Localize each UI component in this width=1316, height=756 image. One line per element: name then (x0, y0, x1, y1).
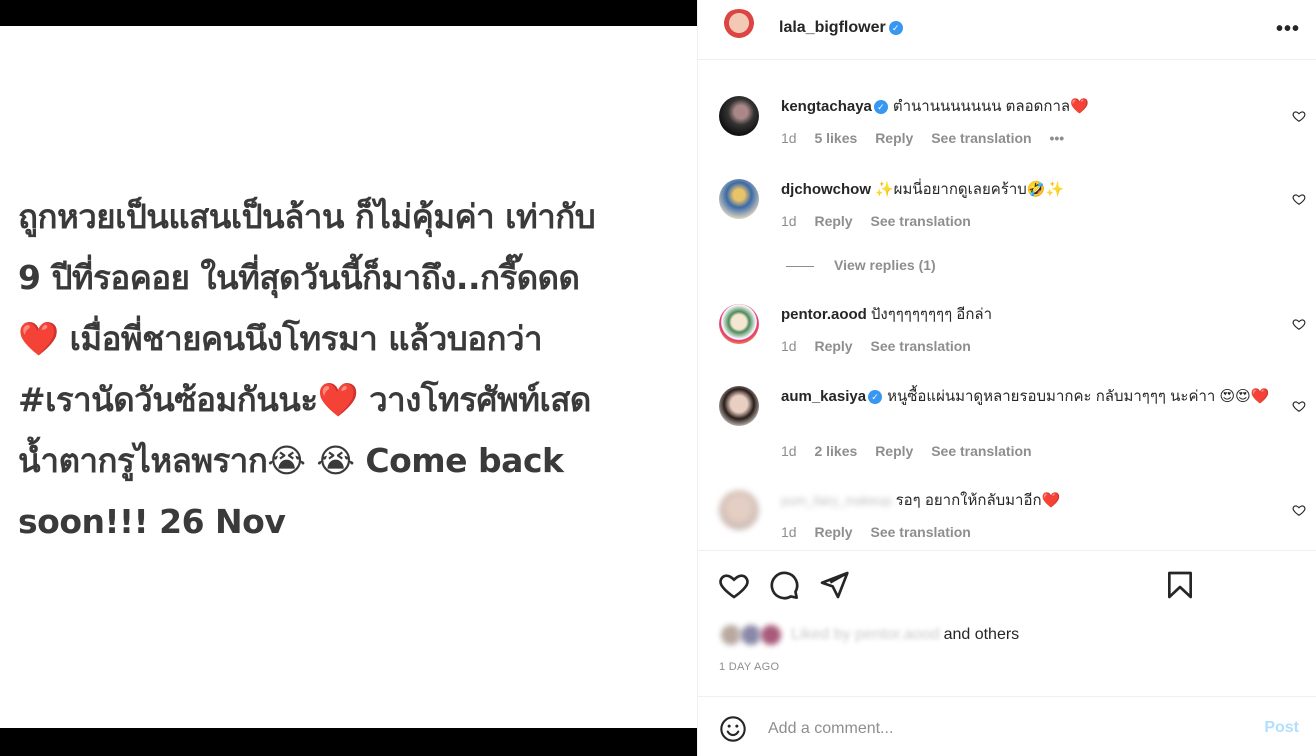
comment-meta: 1d Reply See translation (781, 213, 985, 229)
author-username-link[interactable]: lala_bigflower ✓ (779, 19, 903, 37)
reply-button[interactable]: Reply (814, 213, 852, 229)
comment-meta: 1d Reply See translation (781, 338, 985, 354)
comment-username[interactable]: aum_kasiya (781, 388, 866, 405)
comment-time: 1d (781, 524, 797, 540)
commenter-avatar[interactable] (719, 96, 759, 136)
post-comment-button[interactable]: Post (1264, 719, 1299, 737)
see-translation-button[interactable]: See translation (870, 524, 970, 540)
comment-username[interactable]: pum_fairy_makeup (781, 493, 892, 508)
like-comment-heart-icon[interactable] (1292, 399, 1306, 413)
see-translation-button[interactable]: See translation (931, 443, 1031, 459)
commenter-avatar[interactable] (719, 304, 759, 344)
comment-text: ตำนานนนนนนน ตลอดกาล❤️ (892, 98, 1089, 115)
reply-button[interactable]: Reply (875, 130, 913, 146)
comment-meta: 1d 5 likes Reply See translation ••• (781, 130, 1078, 146)
verified-badge-icon: ✓ (888, 20, 903, 35)
comment-body: aum_kasiya ✓ หนูซื้อแผ่นมาดูหลายรอบมากคะ ก… (781, 386, 1271, 408)
post-image: ถูกหวยเป็นแสนเป็นล้าน ก็ไม่คุ้มค่า เท่าก… (0, 26, 697, 728)
comment-text: รอๆ อยากให้กลับมาอีก❤️ (895, 492, 1061, 509)
comment-text: ปังๆๆๆๆๆๆๆๆ อีกล่า (870, 306, 993, 323)
verified-badge-icon: ✓ (873, 100, 888, 115)
see-translation-button[interactable]: See translation (870, 213, 970, 229)
comment-body: djchowchow ✨ผมนี่อยากดูเลยคร้าบ🤣✨ (781, 179, 1271, 201)
reply-button[interactable]: Reply (875, 443, 913, 459)
liked-by-row[interactable]: Liked by pentor.aood and others (719, 623, 1019, 647)
like-comment-heart-icon[interactable] (1292, 192, 1306, 206)
comment-meta: 1d 2 likes Reply See translation (781, 443, 1046, 459)
like-comment-heart-icon[interactable] (1292, 503, 1306, 517)
liked-by-others[interactable]: and others (944, 626, 1020, 644)
comment-body: pum_fairy_makeup รอๆ อยากให้กลับมาอีก❤️ (781, 490, 1271, 512)
view-replies-label[interactable]: View replies (1) (834, 257, 936, 273)
post-timestamp[interactable]: 1 DAY AGO (719, 661, 779, 673)
comment-time: 1d (781, 443, 797, 459)
post-detail-panel: lala_bigflower ✓ ••• kengtachaya ✓ ตำนานนนน… (697, 0, 1316, 756)
like-comment-heart-icon[interactable] (1292, 317, 1306, 331)
view-replies-button[interactable]: View replies (1) (786, 257, 936, 273)
comment-meta: 1d Reply See translation (781, 524, 985, 540)
see-translation-button[interactable]: See translation (870, 338, 970, 354)
comment-username[interactable]: pentor.aood (781, 306, 867, 323)
comment-text: หนูซื้อแผ่นมาดูหลายรอบมากคะ กลับมาๆๆๆ นะ… (887, 388, 1270, 405)
comment-body: kengtachaya ✓ ตำนานนนนนนน ตลอดกาล❤️ (781, 96, 1271, 118)
post-media: ถูกหวยเป็นแสนเป็นล้าน ก็ไม่คุ้มค่า เท่าก… (0, 0, 697, 756)
comment-time: 1d (781, 213, 797, 229)
liked-by-avatars (719, 623, 785, 647)
comment-bubble-icon[interactable] (768, 569, 800, 601)
commenter-avatar[interactable] (719, 179, 759, 219)
comment-username[interactable]: kengtachaya (781, 98, 872, 115)
share-send-icon[interactable] (818, 569, 850, 601)
post-actions: Liked by pentor.aood and others 1 DAY AG… (698, 550, 1316, 696)
add-comment-bar: Post (698, 696, 1316, 756)
reply-button[interactable]: Reply (814, 524, 852, 540)
comments-list: kengtachaya ✓ ตำนานนนนนนน ตลอดกาล❤️ 1d 5 l… (698, 61, 1316, 550)
like-heart-icon[interactable] (718, 569, 750, 601)
verified-badge-icon: ✓ (868, 390, 883, 405)
author-avatar[interactable] (719, 9, 759, 49)
post-image-text: ถูกหวยเป็นแสนเป็นล้าน ก็ไม่คุ้มค่า เท่าก… (18, 197, 596, 541)
see-translation-button[interactable]: See translation (931, 130, 1031, 146)
comment-options-icon[interactable]: ••• (1049, 130, 1064, 146)
author-username[interactable]: lala_bigflower (779, 19, 886, 36)
reply-button[interactable]: Reply (814, 338, 852, 354)
bookmark-save-icon[interactable] (1164, 569, 1196, 601)
emoji-icon[interactable] (719, 715, 747, 743)
comment-body: pentor.aood ปังๆๆๆๆๆๆๆๆ อีกล่า (781, 304, 1271, 326)
commenter-avatar[interactable] (719, 490, 759, 530)
view-replies-line (786, 265, 814, 267)
comment-username[interactable]: djchowchow (781, 181, 871, 198)
like-comment-heart-icon[interactable] (1292, 109, 1306, 123)
liked-by-names[interactable]: Liked by pentor.aood (791, 626, 940, 644)
comment-likes[interactable]: 2 likes (814, 443, 857, 459)
comment-text: ✨ผมนี่อยากดูเลยคร้าบ🤣✨ (875, 181, 1065, 198)
post-header: lala_bigflower ✓ ••• (698, 0, 1316, 60)
comment-likes[interactable]: 5 likes (814, 130, 857, 146)
more-options-icon[interactable]: ••• (1276, 18, 1300, 41)
commenter-avatar[interactable] (719, 386, 759, 426)
comment-input[interactable] (768, 715, 1228, 743)
comment-time: 1d (781, 130, 797, 146)
comment-time: 1d (781, 338, 797, 354)
